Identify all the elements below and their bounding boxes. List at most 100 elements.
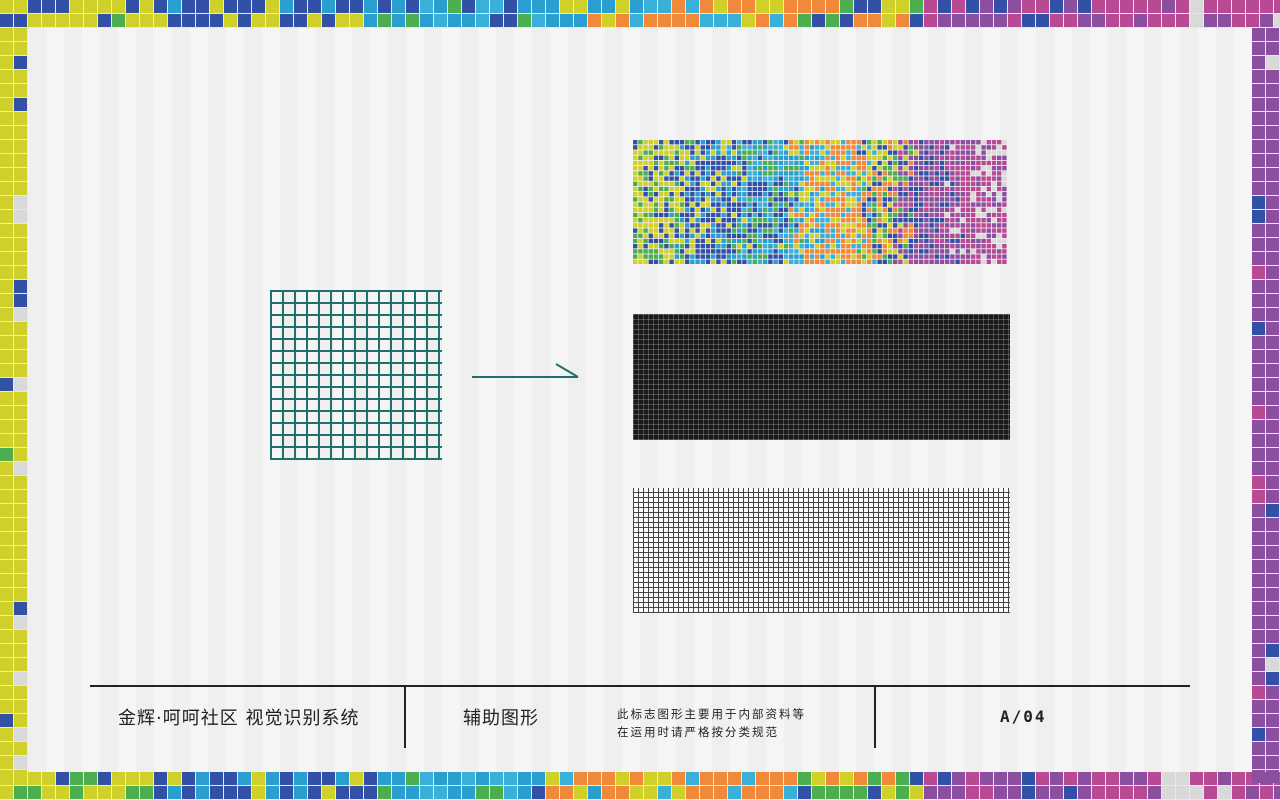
border-tile [672,0,685,13]
mosaic-tile [711,254,716,259]
mosaic-tile [846,212,851,218]
border-tile [1266,196,1279,209]
mosaic-tile [913,249,919,254]
border-tile [644,0,657,13]
border-tile [392,772,405,785]
mosaic-tile [976,218,981,223]
mosaic-tile [965,140,971,145]
border-tile [560,14,573,27]
mosaic-tile [685,197,690,202]
border-tile [364,14,377,27]
mosaic-tile [861,192,867,197]
border-tile [952,14,965,27]
mosaic-tile [877,202,882,207]
border-tile [770,14,783,27]
mosaic-tile [685,145,690,150]
mosaic-tile [783,259,789,264]
mosaic-tile [835,140,841,145]
mosaic-tile [908,207,913,212]
mosaic-tile [825,197,830,202]
mosaic-tile [841,171,846,176]
border-tile [42,786,55,799]
mosaic-tile [685,160,690,166]
mosaic-tile [731,223,737,228]
mosaic-tile [856,223,861,228]
mosaic-tile [737,197,742,202]
mosaic-tile [690,160,695,166]
mosaic-tile [721,228,726,233]
border-tile [462,786,475,799]
mosaic-tile [908,197,913,202]
mosaic-tile [981,166,986,171]
mosaic-tile [830,233,835,238]
mosaic-tile [690,223,695,228]
mosaic-tile [716,218,721,223]
mosaic-tile [638,150,643,155]
mosaic-tile [659,254,664,259]
border-tile [980,0,993,13]
mosaic-tile [877,181,882,186]
border-tile [378,14,391,27]
border-tile [1252,98,1265,111]
mosaic-tile [809,207,815,212]
mosaic-tile [919,249,924,254]
border-tile [0,70,13,83]
border-tile [14,490,27,503]
border-tile [28,0,41,13]
mosaic-tile [955,181,960,186]
mosaic-tile [924,218,929,223]
mosaic-tile [971,166,976,171]
mosaic-tile [679,207,685,212]
mosaic-tile [633,202,638,207]
border-tile [14,168,27,181]
mosaic-tile [690,186,695,192]
mosaic-tile [679,186,685,192]
mosaic-tile [960,171,965,176]
mosaic-tile [913,145,919,150]
mosaic-tile [794,160,799,166]
mosaic-tile [799,181,804,186]
border-tile [952,0,965,13]
mosaic-tile [742,249,747,254]
border-tile [1266,532,1279,545]
mosaic-tile [659,171,664,176]
mosaic-tile [669,176,674,181]
border-tile [1252,630,1265,643]
mosaic-tile [783,212,789,218]
mosaic-tile [976,192,981,197]
border-tile [1252,140,1265,153]
mosaic-tile [643,223,648,228]
mosaic-tile [763,171,768,176]
mosaic-tile [664,166,669,171]
mosaic-tile [820,176,825,181]
mosaic-tile [919,155,924,160]
mosaic-tile [721,223,726,228]
mosaic-tile [633,212,638,218]
mosaic-tile [841,254,846,259]
mosaic-tile [997,212,1002,218]
mosaic-tile [913,197,919,202]
mosaic-tile [929,259,934,264]
border-tile [1266,182,1279,195]
mosaic-tile [705,223,711,228]
mosaic-tile [809,166,815,171]
mosaic-tile [674,212,679,218]
mosaic-tile [841,249,846,254]
mosaic-tile [1002,166,1007,171]
mosaic-tile [695,207,700,212]
mosaic-tile [976,186,981,192]
mosaic-tile [960,192,965,197]
mosaic-tile [825,254,830,259]
mosaic-tile [778,181,783,186]
mosaic-tile [669,150,674,155]
mosaic-tile [841,212,846,218]
mosaic-tile [700,207,705,212]
mosaic-tile [887,207,893,212]
mosaic-tile [768,176,773,181]
border-tile [700,786,713,799]
mosaic-tile [893,249,898,254]
mosaic-tile [679,249,685,254]
mosaic-tile [716,171,721,176]
mosaic-tile [929,140,934,145]
mosaic-tile [908,259,913,264]
